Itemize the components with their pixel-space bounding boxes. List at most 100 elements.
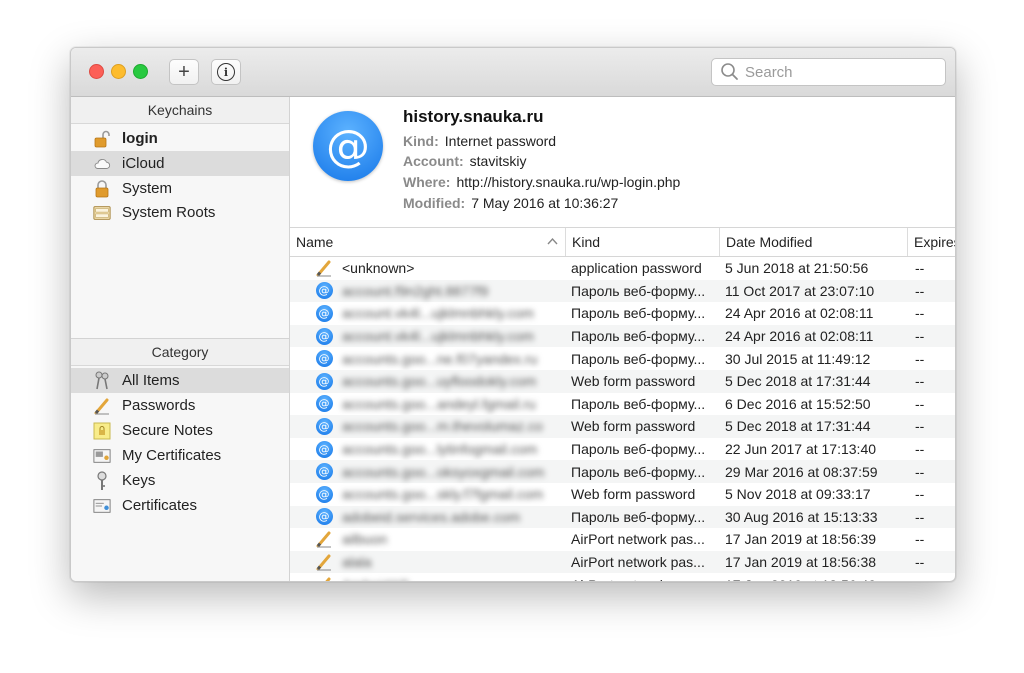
sidebar-item-all-items[interactable]: All Items: [71, 368, 289, 393]
table-row[interactable]: @ accounts.goo...skly.f7fgmail.com Web for…: [290, 483, 955, 506]
item-kind: Пароль веб-форму...: [571, 350, 706, 367]
at-sign-icon: @: [315, 440, 333, 458]
table-row[interactable]: @ adobeid.services.adobe.com Пароль веб-фо…: [290, 505, 955, 529]
item-expires: --: [915, 441, 925, 458]
item-date-modified: 17 Jan 2019 at 18:56:39: [725, 531, 877, 548]
add-item-button[interactable]: +: [169, 59, 199, 85]
item-date-modified: 5 Dec 2018 at 17:31:44: [725, 418, 871, 435]
item-date-modified: 17 Jan 2019 at 18:56:38: [725, 554, 877, 571]
at-sign-icon: @: [315, 508, 333, 526]
table-row[interactable]: @ accounts.goo...m.thevolumaz.co Web form …: [290, 415, 955, 438]
plus-icon: +: [178, 60, 190, 83]
key-icon: [93, 470, 111, 490]
item-expires: --: [915, 395, 925, 412]
item-date-modified: 17 Jan 2019 at 18:56:40: [725, 573, 912, 581]
search-field[interactable]: [711, 58, 946, 86]
info-icon: i: [217, 63, 235, 81]
internet-password-icon: @: [314, 302, 334, 325]
table-row[interactable]: @ account.vk4l...ujklmnbhkly.com Пароль ве…: [290, 324, 955, 348]
column-header-date-modified[interactable]: Date Modified: [720, 228, 908, 256]
table-header: Name Kind Date Modified Expires: [290, 228, 955, 257]
sidebar-item-login[interactable]: login: [71, 126, 289, 151]
table-row[interactable]: @ accounts.goo...andeyl.fgmail.ru Пароль в…: [290, 393, 955, 416]
sidebar-item-icloud[interactable]: iCloud: [71, 151, 289, 176]
category-header: Category: [71, 338, 289, 366]
internet-password-icon: @: [314, 483, 334, 506]
item-name: accounts.goo...skly.f7fgmail.com: [342, 486, 544, 503]
table-row[interactable]: <unknown> application password 5 Jun 2018 …: [290, 257, 955, 280]
zoom-window-button[interactable]: [133, 64, 148, 79]
sidebar-item-passwords[interactable]: Passwords: [71, 393, 289, 418]
table-row[interactable]: @ accounts.goo...oksyoxgmail.com Пароль ве…: [290, 460, 955, 483]
table-row[interactable]: alala AirPort network pas... 17 Jan 2019 a…: [290, 550, 955, 574]
table-row[interactable]: @ accounts.goo...uyfloodokly.com Web form …: [290, 370, 955, 393]
secure-note-icon: [93, 422, 111, 440]
item-name: accounts.goo...lytinfogmail.com: [342, 441, 538, 458]
get-info-button[interactable]: i: [211, 59, 241, 85]
item-name: accounts.goo...uyfloodokly.com: [342, 373, 537, 390]
item-kind: AirPort network pas...: [571, 554, 705, 571]
item-name: accounts.goo...ne.f07yandex.ru: [342, 350, 538, 367]
item-kind: Пароль веб-форму...: [571, 441, 706, 458]
table-row[interactable]: @ account.f9n2ght.8877f9 Пароль веб-форму.…: [290, 279, 955, 303]
pencil-icon: [314, 573, 334, 581]
table-row[interactable]: ailbuon AirPort network pas... 17 Jan 2019…: [290, 528, 955, 551]
close-window-button[interactable]: [89, 64, 104, 79]
item-date-modified: 29 Mar 2016 at 08:37:59: [725, 463, 878, 480]
internet-password-icon: @: [314, 460, 334, 483]
all-items-keys-icon: [93, 371, 111, 390]
at-sign-icon: @: [315, 463, 333, 481]
sidebar-item-label: System Roots: [122, 204, 216, 221]
search-input[interactable]: [745, 63, 935, 81]
item-expires: --: [915, 463, 925, 480]
item-date-modified: 11 Oct 2017 at 23:07:10: [725, 282, 875, 299]
sidebar-item-my-certificates[interactable]: My Certificates: [71, 443, 289, 468]
item-name: adobeid.services.adobe.com: [342, 508, 521, 525]
at-sign-icon: @: [315, 282, 333, 300]
column-header-expires[interactable]: Expires: [908, 228, 955, 256]
column-header-kind[interactable]: Kind: [566, 228, 720, 256]
item-date-modified: 30 Jul 2015 at 11:49:12: [725, 350, 871, 367]
internet-password-icon: @: [314, 325, 334, 348]
column-header-name[interactable]: Name: [290, 228, 566, 256]
keychains-header: Keychains: [71, 97, 289, 124]
sidebar-item-system[interactable]: System: [71, 176, 289, 201]
pencil-icon: [314, 551, 334, 574]
internet-password-icon: @: [313, 111, 383, 181]
sidebar-item-secure-notes[interactable]: Secure Notes: [71, 418, 289, 443]
internet-password-icon: @: [314, 347, 334, 370]
sort-ascending-chevron-icon: [547, 237, 558, 245]
item-name: ailbuon: [342, 531, 388, 548]
at-sign-icon: @: [315, 327, 333, 345]
sidebar-item-system-roots[interactable]: System Roots: [71, 200, 289, 225]
at-sign-icon: @: [315, 485, 333, 503]
internet-password-icon: @: [314, 393, 334, 416]
item-expires: --: [915, 573, 955, 581]
sidebar-item-label: Passwords: [122, 397, 196, 414]
item-expires: --: [915, 260, 925, 277]
item-date-modified: 5 Dec 2018 at 17:31:44: [725, 373, 871, 390]
search-icon: [721, 63, 738, 80]
table-row[interactable]: AndroidAP AirPort network pas... 17 Jan 20…: [290, 573, 955, 581]
minimize-window-button[interactable]: [111, 64, 126, 79]
item-date-modified: 24 Apr 2016 at 02:08:11: [725, 305, 874, 322]
item-kind: Пароль веб-форму...: [571, 395, 706, 412]
item-kind: AirPort network pas...: [571, 573, 717, 581]
at-sign-icon: @: [315, 304, 333, 322]
item-kind: Web form password: [571, 418, 696, 435]
item-kind: Пароль веб-форму...: [571, 508, 706, 525]
detail-account: Account: stavitskiy: [403, 153, 527, 169]
table-row[interactable]: @ accounts.goo...ne.f07yandex.ru Пароль ве…: [290, 347, 955, 370]
item-title: history.snauka.ru: [403, 107, 544, 126]
item-kind: Пароль веб-форму...: [571, 463, 706, 480]
item-name: account.vk4l...ujklmnbhkly.com: [342, 328, 534, 345]
item-kind: application password: [571, 260, 702, 277]
item-expires: --: [915, 554, 925, 571]
table-row[interactable]: @ accounts.goo...lytinfogmail.com Пароль в…: [290, 438, 955, 461]
sidebar-item-keys[interactable]: Keys: [71, 468, 289, 493]
sidebar-item-label: My Certificates: [122, 447, 222, 464]
sidebar-item-certificates[interactable]: Certificates: [71, 493, 289, 518]
table-row[interactable]: @ account.vk4l...ujklmnbhkly.com Пароль ве…: [290, 302, 955, 325]
item-date-modified: 6 Dec 2016 at 15:52:50: [725, 395, 871, 412]
pencil-icon: [314, 257, 334, 280]
